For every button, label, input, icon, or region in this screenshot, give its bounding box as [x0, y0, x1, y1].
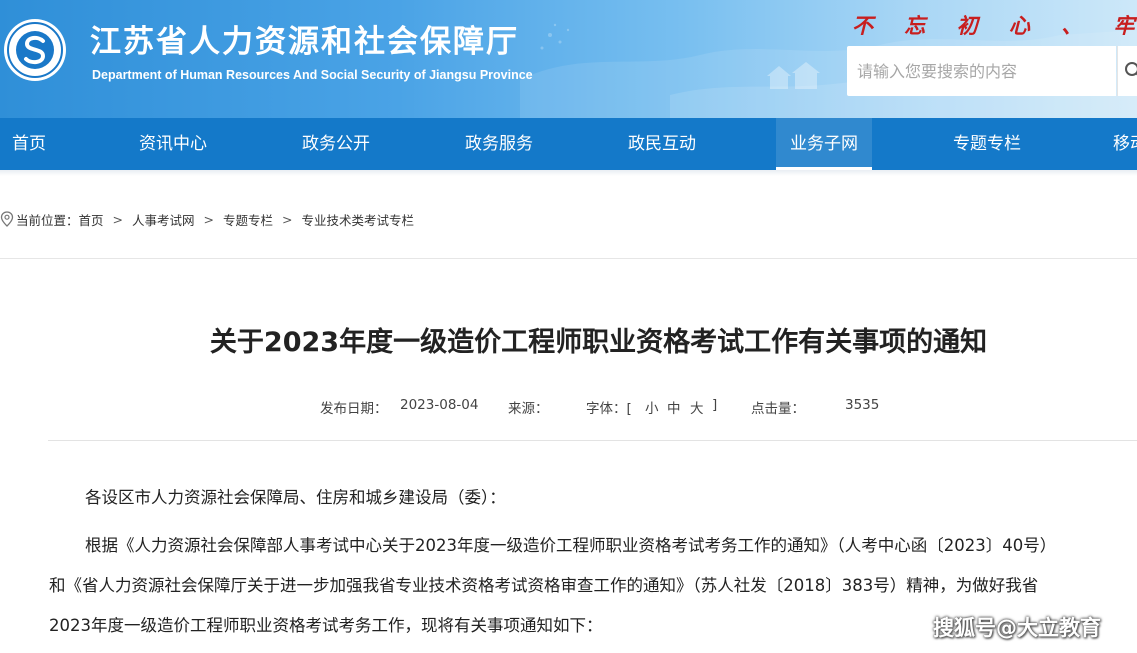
breadcrumb-prefix: 当前位置： [16, 212, 79, 228]
publish-date-label: 发布日期： [320, 401, 388, 417]
breadcrumb-item-exam-site[interactable]: 人事考试网 [132, 210, 195, 229]
font-size-label: 字体：[ [586, 401, 632, 417]
breadcrumb-separator: > [203, 211, 215, 227]
department-seal-logo[interactable] [2, 17, 68, 83]
breadcrumb-item-topics[interactable]: 专题专栏 [223, 210, 273, 229]
nav-shadow [0, 170, 1137, 176]
paragraph-line: 和《省人力资源社会保障厅关于进一步加强我省专业技术资格考试资格审查工作的通知》（… [49, 576, 1039, 595]
breadcrumb-item-home[interactable]: 首页 [79, 210, 104, 229]
font-size-medium-button[interactable]: 中 [667, 397, 681, 417]
article-title: 关于2023年度一级造价工程师职业资格考试工作有关事项的通知 [209, 327, 988, 358]
nav-item-interaction[interactable]: 政民互动 [611, 118, 713, 170]
search-button[interactable] [1117, 46, 1137, 96]
watermark: 搜狐号@大立教育 [933, 616, 1101, 640]
font-size-close-bracket: ] [712, 397, 718, 413]
nav-item-home[interactable]: 首页 [0, 118, 58, 170]
paragraph-line: 根据《人力资源社会保障部人事考试中心关于2023年度一级造价工程师职业资格考试考… [85, 536, 1057, 555]
font-size-small-button[interactable]: 小 [645, 397, 659, 417]
site-subtitle: Department of Human Resources And Social… [92, 68, 533, 82]
breadcrumb-item-professional-exams[interactable]: 专业技术类考试专栏 [302, 210, 415, 229]
breadcrumb-separator: > [112, 211, 124, 227]
site-title: 江苏省人力资源和社会保障厅 [90, 24, 519, 60]
font-size-large-button[interactable]: 大 [690, 397, 704, 417]
clicks-label: 点击量： [751, 401, 805, 417]
search-icon [1125, 62, 1137, 76]
nav-item-topics[interactable]: 专题专栏 [936, 118, 1038, 170]
source-label: 来源： [508, 401, 549, 417]
breadcrumb: 当前位置： 首页 > 人事考试网 > 专题专栏 > 专业技术类考试专栏 [0, 208, 414, 230]
nav-item-mobile[interactable]: 移动 [1098, 118, 1137, 170]
paragraph-line: 2023年度一级造价工程师职业资格考试考务工作，现将有关事项通知如下： [49, 616, 603, 635]
nav-item-gov-affairs[interactable]: 政务公开 [285, 118, 387, 170]
search-input[interactable] [847, 46, 1116, 96]
click-count: 3535 [845, 397, 880, 413]
main-nav: 首页 资讯中心 政务公开 政务服务 政民互动 业务子网 专题专栏 移动 [0, 118, 1137, 170]
nav-item-business-subnet[interactable]: 业务子网 [776, 118, 872, 170]
divider [48, 440, 1137, 441]
breadcrumb-separator: > [282, 211, 293, 227]
nav-item-news[interactable]: 资讯中心 [122, 118, 224, 170]
salutation: 各设区市人力资源社会保障局、住房和城乡建设局（委）： [85, 488, 506, 507]
location-pin-icon [0, 211, 14, 227]
site-header: 江苏省人力资源和社会保障厅 Department of Human Resour… [0, 0, 1137, 118]
slogan: 不 忘 初 心 、 牢 记 [852, 13, 1137, 38]
nav-item-gov-services[interactable]: 政务服务 [448, 118, 550, 170]
publish-date: 2023-08-04 [400, 397, 479, 413]
divider [0, 258, 1137, 259]
